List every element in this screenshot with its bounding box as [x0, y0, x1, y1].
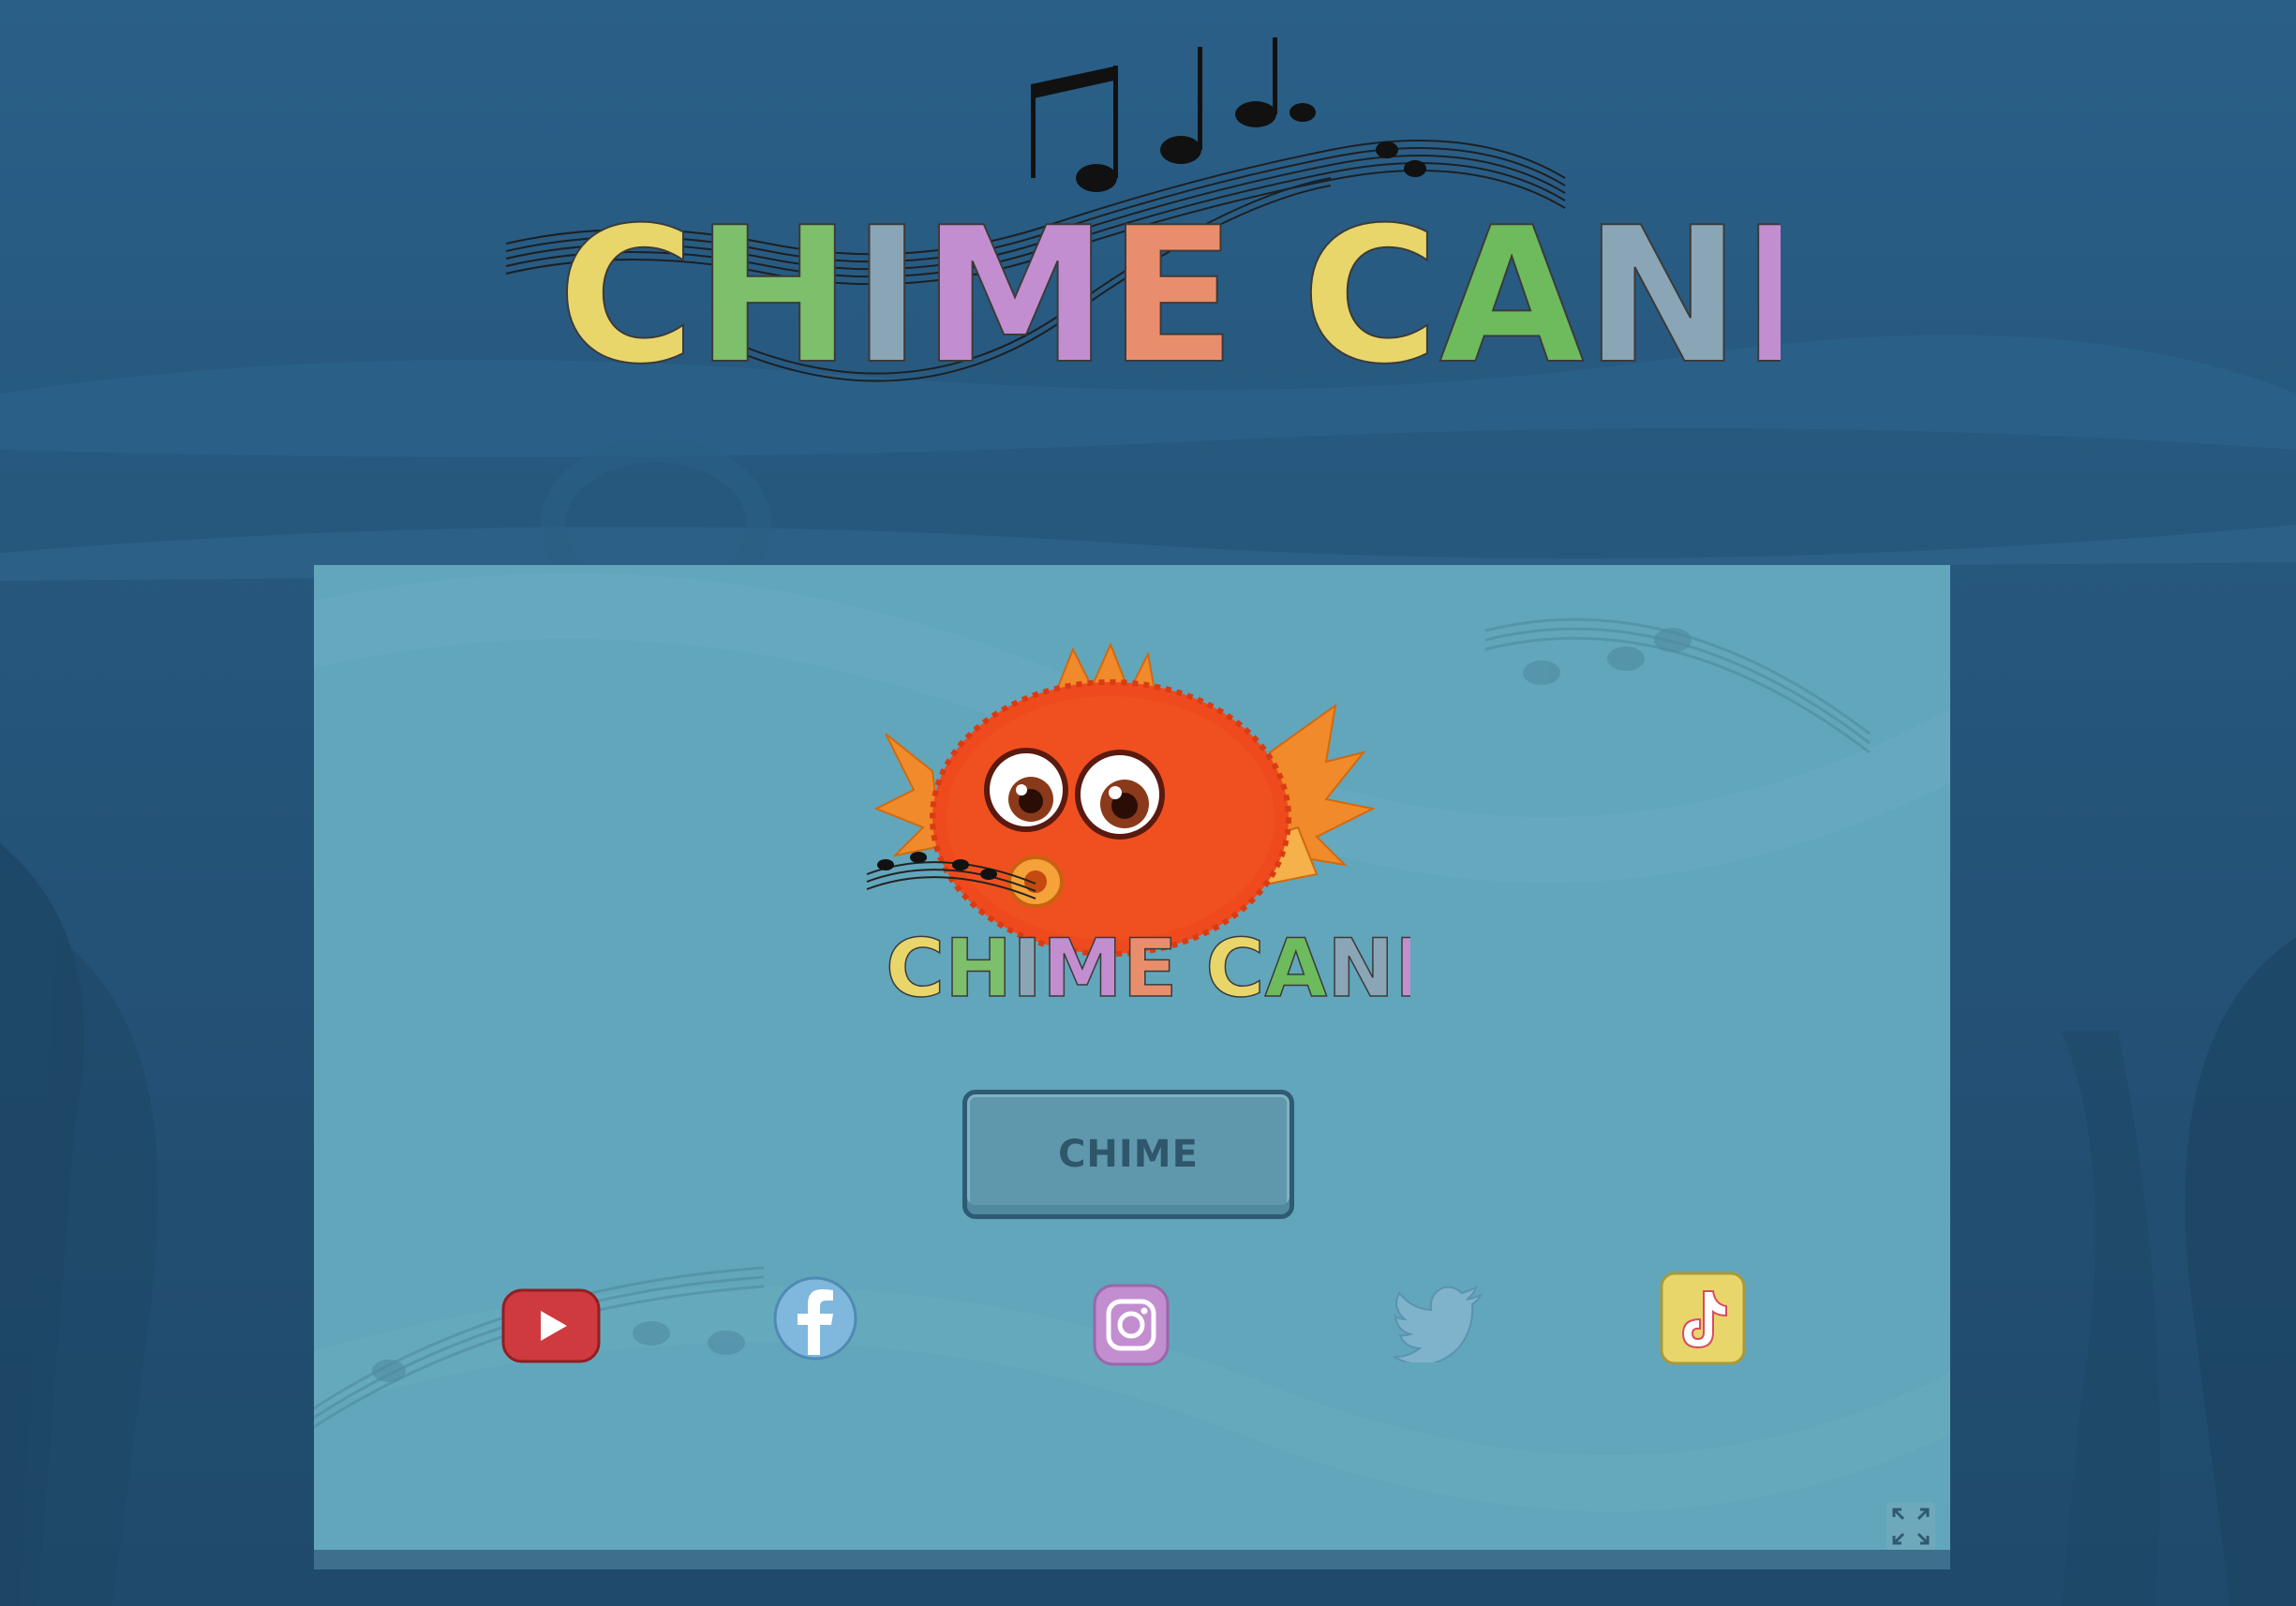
game-panel-bottom-bar	[314, 1550, 1950, 1569]
youtube-icon[interactable]	[501, 1288, 601, 1363]
svg-text:CHIME CANDY: CHIME CANDY	[558, 187, 1781, 406]
pufferfish-logo: CHIME CANDY	[866, 642, 1410, 1017]
fullscreen-icon[interactable]	[1886, 1502, 1935, 1551]
chime-button[interactable]: CHIME	[962, 1090, 1294, 1219]
instagram-icon[interactable]	[1092, 1283, 1170, 1367]
chime-button-label: CHIME	[1058, 1133, 1199, 1176]
twitter-icon[interactable]	[1392, 1282, 1485, 1366]
game-panel: CHIME CANDY CHIME	[314, 565, 1950, 1569]
chime-candy-title-logo: CHIME CANDY	[487, 28, 2021, 440]
tiktok-icon[interactable]	[1659, 1271, 1747, 1366]
svg-text:CHIME CANDY: CHIME CANDY	[886, 922, 1410, 1016]
facebook-icon[interactable]	[773, 1274, 857, 1362]
